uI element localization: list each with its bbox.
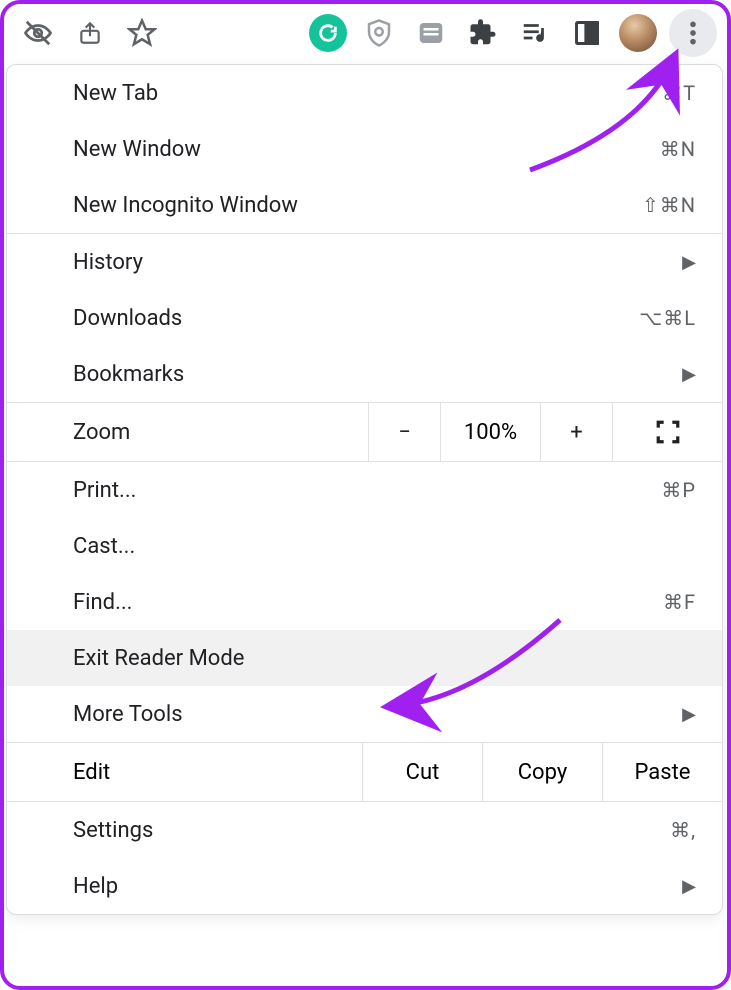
menu-settings[interactable]: Settings ⌘, [7, 802, 722, 858]
shortcut-text: ⌥⌘L [639, 306, 696, 330]
menu-downloads[interactable]: Downloads ⌥⌘L [7, 290, 722, 346]
edit-cut-button[interactable]: Cut [362, 743, 482, 801]
submenu-arrow-icon: ▶ [682, 252, 696, 273]
shortcut-text: ⌘P [661, 478, 696, 502]
menu-label: New Tab [73, 81, 662, 106]
share-icon[interactable] [70, 13, 110, 53]
shortcut-text: ⌘F [663, 590, 696, 614]
grammarly-icon[interactable] [309, 14, 347, 52]
menu-label: New Incognito Window [73, 193, 642, 218]
extensions-icon[interactable] [463, 13, 503, 53]
shortcut-text: ⌘, [670, 818, 696, 842]
menu-history[interactable]: History ▶ [7, 234, 722, 290]
menu-label: Cast... [73, 534, 696, 559]
menu-new-window[interactable]: New Window ⌘N [7, 121, 722, 177]
menu-label: Settings [73, 818, 670, 843]
menu-more-tools[interactable]: More Tools ▶ [7, 686, 722, 742]
shortcut-text: ⇧⌘N [642, 193, 696, 217]
zoom-label: Zoom [7, 403, 368, 461]
profile-avatar[interactable] [619, 14, 657, 52]
submenu-arrow-icon: ▶ [682, 876, 696, 897]
reader-icon[interactable] [411, 13, 451, 53]
privacy-eye-icon[interactable] [18, 13, 58, 53]
more-menu-button[interactable] [669, 9, 717, 57]
menu-zoom-row: Zoom − 100% + [7, 402, 722, 462]
zoom-out-button[interactable]: − [368, 403, 440, 461]
zoom-in-button[interactable]: + [540, 403, 612, 461]
browser-main-menu: New Tab ⌘T New Window ⌘N New Incognito W… [6, 64, 723, 915]
edit-copy-button[interactable]: Copy [482, 743, 602, 801]
browser-toolbar [0, 0, 731, 64]
submenu-arrow-icon: ▶ [682, 704, 696, 725]
menu-label: Exit Reader Mode [73, 646, 696, 671]
menu-label: Downloads [73, 306, 639, 331]
edit-paste-button[interactable]: Paste [602, 743, 722, 801]
shield-icon[interactable] [359, 13, 399, 53]
submenu-arrow-icon: ▶ [682, 364, 696, 385]
menu-label: History [73, 250, 682, 275]
menu-help[interactable]: Help ▶ [7, 858, 722, 914]
menu-new-tab[interactable]: New Tab ⌘T [7, 65, 722, 121]
menu-label: Print... [73, 478, 661, 503]
menu-label: Find... [73, 590, 663, 615]
menu-label: Bookmarks [73, 362, 682, 387]
menu-print[interactable]: Print... ⌘P [7, 462, 722, 518]
edit-label: Edit [7, 743, 362, 801]
menu-label: New Window [73, 137, 660, 162]
menu-label: More Tools [73, 702, 682, 727]
menu-find[interactable]: Find... ⌘F [7, 574, 722, 630]
shortcut-text: ⌘T [662, 81, 696, 105]
device-icon[interactable] [567, 13, 607, 53]
fullscreen-button[interactable] [612, 403, 722, 461]
menu-new-incognito[interactable]: New Incognito Window ⇧⌘N [7, 177, 722, 233]
music-queue-icon[interactable] [515, 13, 555, 53]
menu-cast[interactable]: Cast... [7, 518, 722, 574]
shortcut-text: ⌘N [660, 137, 696, 161]
menu-exit-reader-mode[interactable]: Exit Reader Mode [7, 630, 722, 686]
menu-label: Help [73, 874, 682, 899]
menu-bookmarks[interactable]: Bookmarks ▶ [7, 346, 722, 402]
zoom-percent: 100% [440, 403, 540, 461]
menu-edit-row: Edit Cut Copy Paste [7, 742, 722, 802]
star-icon[interactable] [122, 13, 162, 53]
